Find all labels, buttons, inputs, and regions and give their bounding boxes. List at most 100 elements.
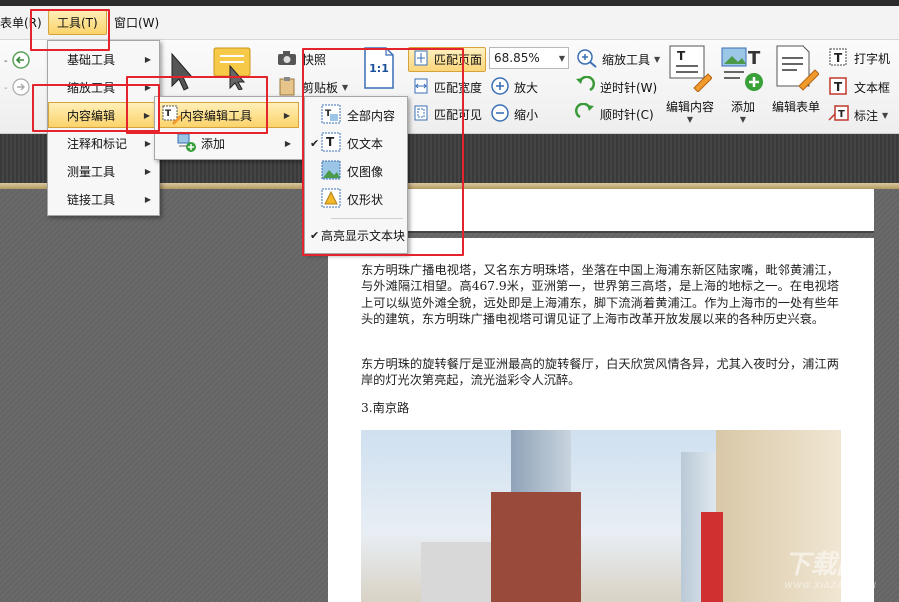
- zoom-out-button[interactable]: 缩小: [490, 103, 538, 126]
- paragraph-1: 东方明珠广播电视塔，又名东方明珠塔，坐落在中国上海浦东新区陆家嘴，毗邻黄浦江，与…: [361, 263, 839, 326]
- add-object-icon: [177, 133, 197, 156]
- submenu-arrow-icon: ▶: [143, 110, 150, 120]
- rotate-left-icon: [574, 75, 596, 99]
- svg-text:-: -: [4, 83, 8, 94]
- add-button[interactable]: T 添加 ▼: [720, 44, 766, 124]
- menu-item-add[interactable]: 添加 ▶: [159, 130, 299, 156]
- fit-width-icon: [412, 77, 430, 98]
- zoom-dropdown-icon[interactable]: ▼: [559, 54, 565, 63]
- previous-page: [328, 189, 874, 233]
- menu-item-content-edit-tool[interactable]: T 内容编辑工具 ▶: [159, 102, 299, 128]
- all-content-icon: T: [321, 104, 343, 129]
- svg-text:T: T: [748, 48, 761, 69]
- cursor-arrow-icon: [160, 50, 196, 95]
- add-image-text-icon: T: [720, 44, 766, 95]
- svg-text:T: T: [834, 80, 843, 94]
- site-watermark: 下载园 WWW.XIAZAIBA.CN: [784, 550, 877, 590]
- add-dropdown-icon[interactable]: ▼: [740, 115, 746, 124]
- submenu-arrow-icon: ▶: [144, 54, 151, 64]
- svg-text:-: -: [4, 56, 8, 67]
- menu-item-content-edit[interactable]: 内容编辑 ▶: [48, 102, 159, 128]
- actual-size-button[interactable]: 1:1: [362, 46, 396, 93]
- textbox-button[interactable]: T 文本框: [828, 76, 890, 99]
- section-heading: 3.南京路: [361, 401, 410, 415]
- submenu-arrow-icon: ▶: [144, 82, 151, 92]
- annotate-tool-button[interactable]: [210, 44, 254, 93]
- menu-item-image-only[interactable]: 仅图像: [305, 158, 407, 184]
- menu-item-zoom-tools[interactable]: 缩放工具 ▶: [48, 74, 159, 100]
- rotate-right-icon: [574, 102, 596, 126]
- edit-text-icon: T: [668, 44, 713, 95]
- photo-building-brick: [491, 492, 581, 602]
- shape-only-icon: [321, 188, 343, 213]
- tools-menu: 基础工具 ▶ 缩放工具 ▶ 内容编辑 ▶ 注释和标记 ▶ 测量工具 ▶ 链接工具 ▶: [47, 40, 160, 216]
- menu-item-all-content[interactable]: T 全部内容: [305, 102, 407, 128]
- content-edit-submenu: T 内容编辑工具 ▶ 添加 ▶: [154, 96, 304, 160]
- edit-form-icon: [773, 44, 820, 95]
- callout-dropdown-icon[interactable]: ▼: [882, 111, 888, 120]
- image-only-icon: [321, 160, 343, 185]
- photo-building-low: [421, 542, 491, 602]
- clipboard-dropdown-icon[interactable]: ▼: [342, 83, 348, 92]
- forward-arrow-icon: -: [4, 76, 30, 101]
- submenu-arrow-icon: ▶: [144, 194, 151, 204]
- menu-item-basic-tools[interactable]: 基础工具 ▶: [48, 46, 159, 72]
- menu-form[interactable]: 表单(R): [0, 14, 42, 31]
- camera-icon: [276, 49, 298, 70]
- back-arrow-icon: -: [4, 49, 30, 74]
- menu-separator: [331, 218, 403, 219]
- submenu-arrow-icon: ▶: [284, 138, 291, 148]
- menu-item-text-only[interactable]: ✔ T 仅文本: [305, 130, 407, 156]
- menu-item-measure-tools[interactable]: 测量工具 ▶: [48, 158, 159, 184]
- textbox-icon: T: [828, 76, 850, 99]
- edit-text-tool-icon: T: [162, 105, 182, 128]
- fit-visible-icon: [412, 104, 430, 125]
- fit-page-icon: [412, 49, 430, 70]
- typewriter-button[interactable]: T 打字机: [828, 47, 890, 70]
- menu-item-highlight-text-blocks[interactable]: ✔ 高亮显示文本块: [305, 222, 407, 248]
- edit-content-button[interactable]: T 编辑内容 ▼: [666, 44, 714, 124]
- snapshot-button[interactable]: 快照: [276, 49, 326, 70]
- svg-text:T: T: [165, 109, 172, 119]
- paragraph-2: 东方明珠的旋转餐厅是亚洲最高的旋转餐厅，白天欣赏风情各异，尤其入夜时分，浦江两岸…: [361, 357, 839, 388]
- checkmark-icon: ✔: [310, 228, 320, 242]
- zoom-value: 68.85%: [494, 51, 540, 65]
- svg-text:T: T: [677, 49, 686, 63]
- menu-item-annotation[interactable]: 注释和标记 ▶: [48, 130, 159, 156]
- text-only-icon: T: [321, 132, 343, 157]
- typewriter-icon: T: [828, 47, 850, 70]
- menu-tools[interactable]: 工具(T): [48, 10, 107, 35]
- submenu-arrow-icon: ▶: [144, 138, 151, 148]
- menu-item-shape-only[interactable]: 仅形状: [305, 186, 407, 212]
- callout-button[interactable]: T 标注 ▼: [828, 104, 888, 127]
- plus-circle-icon: [490, 76, 510, 99]
- edit-content-dropdown-icon[interactable]: ▼: [687, 115, 693, 124]
- edit-form-button[interactable]: 编辑表单: [772, 44, 820, 115]
- menu-window[interactable]: 窗口(W): [114, 14, 159, 31]
- fit-visible-button[interactable]: 匹配可见: [412, 104, 482, 125]
- magnifier-icon: [576, 48, 598, 71]
- minus-circle-icon: [490, 103, 510, 126]
- svg-text:T: T: [838, 109, 845, 120]
- svg-text:T: T: [834, 51, 843, 65]
- checkmark-icon: ✔: [310, 136, 320, 150]
- submenu-arrow-icon: ▶: [144, 166, 151, 176]
- comment-cursor-icon: [210, 44, 254, 93]
- rotate-cw-button[interactable]: 顺时针(C): [574, 102, 654, 126]
- edit-tool-submenu: T 全部内容 ✔ T 仅文本 仅图像 仅形状 ✔ 高亮显示文本块: [304, 96, 408, 254]
- fit-page-button[interactable]: 匹配页面: [408, 47, 487, 72]
- zoom-select[interactable]: 68.85% ▼: [489, 47, 569, 69]
- zoom-tool-button[interactable]: 缩放工具 ▼: [576, 48, 660, 71]
- menu-bar: 表单(R) 工具(T) 窗口(W): [0, 6, 899, 40]
- select-tool-button[interactable]: [160, 50, 196, 95]
- fit-width-button[interactable]: 匹配宽度: [412, 77, 482, 98]
- back-button[interactable]: -: [4, 49, 30, 74]
- rotate-ccw-button[interactable]: 逆时针(W): [574, 75, 657, 99]
- menu-item-link-tools[interactable]: 链接工具 ▶: [48, 186, 159, 212]
- forward-button[interactable]: -: [4, 76, 30, 101]
- nanjing-road-photo: [361, 430, 841, 602]
- photo-red-sign: [701, 512, 723, 602]
- zoom-in-button[interactable]: 放大: [490, 76, 538, 99]
- svg-text:T: T: [326, 135, 335, 149]
- zoom-tool-dropdown-icon[interactable]: ▼: [654, 55, 660, 64]
